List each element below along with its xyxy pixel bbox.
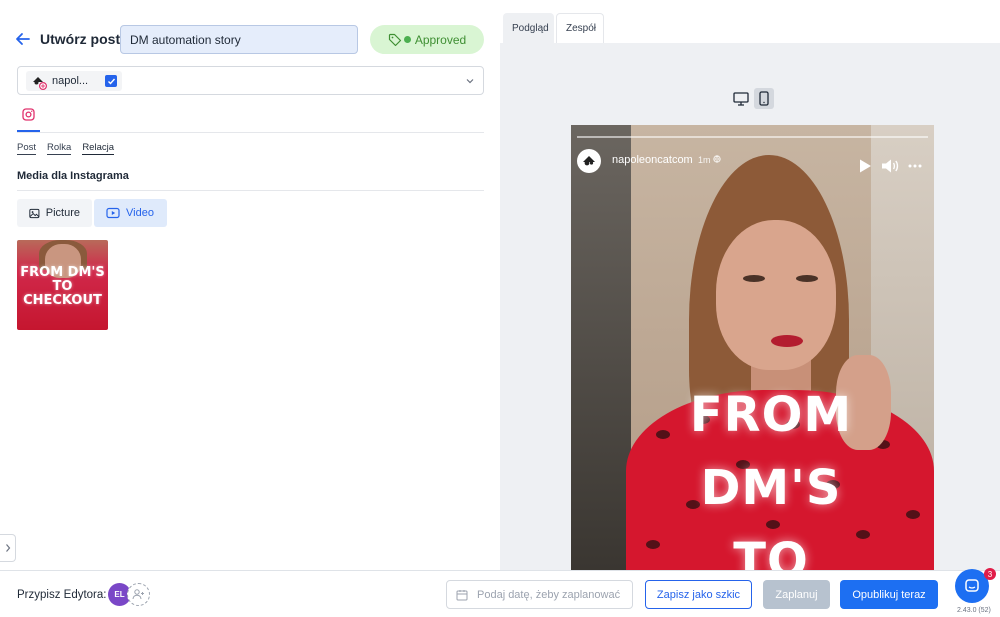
picture-button[interactable]: Picture (17, 199, 92, 227)
date-placeholder: Podaj datę, żeby zaplanować (477, 588, 621, 601)
chat-icon (965, 579, 979, 592)
thumbnail-text: FROM DM'S TO CHECKOUT (20, 265, 105, 308)
add-editor-button[interactable] (127, 583, 150, 606)
desktop-icon (733, 91, 749, 106)
image-icon (29, 208, 40, 218)
desktop-view-button[interactable] (731, 88, 751, 109)
account-checkbox[interactable] (105, 75, 118, 87)
chevron-down-icon[interactable] (465, 76, 475, 86)
tab-rolka[interactable]: Rolka (47, 142, 72, 155)
story-overlay-line-2: DM'S (700, 460, 842, 516)
story-username: napoleoncatcom (612, 154, 693, 166)
person-eye-right (796, 275, 818, 282)
chevron-right-icon (5, 544, 10, 552)
video-button[interactable]: Video (94, 199, 167, 227)
account-name: napol... (52, 75, 89, 87)
mobile-icon (759, 91, 769, 106)
version-label: 2.43.0 (52) (957, 607, 991, 614)
account-avatar-icon (30, 72, 47, 90)
page-title: Utwórz post (40, 31, 121, 47)
post-name-input[interactable] (120, 25, 358, 54)
expand-panel-button[interactable] (0, 534, 16, 562)
story-time-value: 1m (698, 155, 711, 165)
schedule-button[interactable]: Zaplanuj (763, 580, 830, 609)
story-overlay-line-1: FROM (689, 387, 853, 443)
play-icon[interactable] (858, 158, 872, 174)
picture-label: Picture (45, 207, 80, 219)
save-draft-button[interactable]: Zapisz jako szkic (645, 580, 752, 609)
account-select[interactable]: napol... (17, 66, 484, 95)
media-thumbnail[interactable]: FROM DM'S TO CHECKOUT (17, 240, 108, 330)
preview-pane: Podgląd Zespół FROM DM'S TO napoleoncatc… (500, 0, 1000, 570)
person-face (716, 220, 836, 370)
media-divider (17, 190, 484, 191)
check-icon (107, 78, 115, 85)
story-avatar (577, 149, 601, 173)
tag-icon (388, 33, 401, 46)
add-user-icon (132, 589, 144, 600)
story-progress-bar (577, 136, 928, 138)
tab-post[interactable]: Post (17, 142, 37, 155)
media-type-buttons: Picture Video (17, 199, 167, 227)
tab-team[interactable]: Zespół (556, 13, 604, 43)
tab-relacja[interactable]: Relacja (82, 142, 114, 155)
story-time: 1m (698, 155, 721, 165)
status-label: Approved (414, 32, 467, 47)
volume-icon[interactable] (881, 158, 899, 174)
schedule-date-input[interactable]: Podaj datę, żeby zaplanować (446, 580, 633, 609)
publish-now-button[interactable]: Opublikuj teraz (840, 580, 938, 609)
account-chip[interactable]: napol... (26, 71, 123, 91)
story-preview: FROM DM'S TO napoleoncatcom 1m (571, 125, 934, 570)
more-icon[interactable] (908, 164, 922, 168)
shirt-pattern (766, 520, 780, 529)
footer-bar: Przypisz Edytora: EL Podaj datę, żeby za… (0, 568, 1000, 617)
status-dot (403, 36, 411, 43)
approval-status-button[interactable]: Approved (370, 25, 484, 54)
tab-preview[interactable]: Podgląd (503, 13, 554, 43)
back-arrow-icon[interactable] (14, 30, 32, 48)
story-controls (858, 158, 922, 174)
mobile-view-button[interactable] (754, 88, 774, 109)
calendar-icon (456, 589, 468, 600)
globe-icon (713, 155, 721, 163)
post-type-tabs: Post Rolka Relacja (17, 142, 114, 155)
napoleoncat-logo-icon (583, 156, 595, 166)
tab-instagram[interactable] (17, 108, 40, 132)
video-label: Video (126, 207, 154, 219)
story-background-dark (571, 125, 631, 570)
instagram-icon (22, 108, 35, 121)
media-heading: Media dla Instagrama (17, 170, 129, 182)
person-lips (771, 335, 803, 347)
assign-editor-label: Przypisz Edytora: (17, 589, 107, 601)
story-overlay-line-3: TO (733, 533, 809, 570)
video-icon (106, 207, 120, 219)
person-eye-left (743, 275, 765, 282)
device-switch (731, 88, 774, 109)
editor-pane: Utwórz post Approved napol... (0, 0, 500, 570)
tab-divider (17, 132, 484, 133)
chat-badge: 3 (984, 568, 996, 580)
preview-tabbar: Podgląd Zespół (500, 0, 1000, 43)
